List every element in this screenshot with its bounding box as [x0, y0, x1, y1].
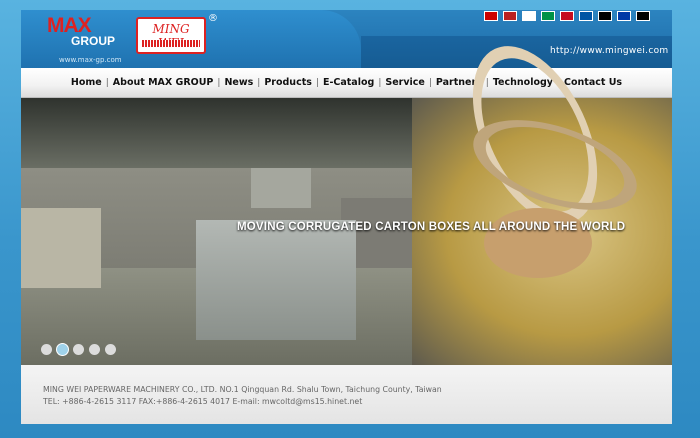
- machine-center: [196, 220, 356, 340]
- max-group-logo[interactable]: MAX GROUP www.max-gp.com: [45, 14, 127, 64]
- nav-link-news[interactable]: News: [220, 77, 257, 88]
- usa-flag[interactable]: [503, 11, 517, 21]
- spain-flag[interactable]: [560, 11, 574, 21]
- logo-group-text: GROUP: [71, 34, 116, 48]
- logo-url-text: www.max-gp.com: [59, 56, 122, 64]
- italy-flag[interactable]: [541, 11, 555, 21]
- nav-link-contact-us[interactable]: Contact Us: [560, 77, 626, 88]
- slider-dot-5[interactable]: [105, 344, 116, 355]
- language-flags: [484, 11, 650, 21]
- slider-dot-1[interactable]: [41, 344, 52, 355]
- registered-mark: ®: [208, 13, 218, 24]
- ming-wei-logo[interactable]: MING WEI: [136, 17, 206, 54]
- slider-dot-2[interactable]: [57, 344, 68, 355]
- footer-contact: TEL: +886-4-2615 3117 FAX:+886-4-2615 40…: [43, 397, 363, 406]
- machine-left: [21, 208, 101, 288]
- russia-flag[interactable]: [617, 11, 631, 21]
- nav-link-service[interactable]: Service: [381, 77, 429, 88]
- slider-dot-4[interactable]: [89, 344, 100, 355]
- logo-wave-icon: [142, 40, 200, 47]
- corrugated-disk: [484, 208, 592, 278]
- main-navigation: Home | About MAX GROUP | News | Products | E-Cat…: [21, 68, 672, 98]
- nav-link-products[interactable]: Products: [260, 77, 316, 88]
- japan-flag[interactable]: [522, 11, 536, 21]
- slider-dot-3[interactable]: [73, 344, 84, 355]
- nav-link-e-catalog[interactable]: E-Catalog: [319, 77, 378, 88]
- machine-back: [251, 168, 311, 208]
- nav-link-home[interactable]: Home: [67, 77, 106, 88]
- nav-link-about-max-group[interactable]: About MAX GROUP: [109, 77, 218, 88]
- slider-dots: [41, 344, 116, 355]
- france-flag[interactable]: [579, 11, 593, 21]
- taiwan-flag[interactable]: [484, 11, 498, 21]
- site-url: http://www.mingwei.com: [550, 46, 669, 56]
- footer-address: MING WEI PAPERWARE MACHINERY CO., LTD. N…: [43, 385, 442, 394]
- footer: [21, 365, 672, 424]
- germany-flag[interactable]: [598, 11, 612, 21]
- afghanistan-flag[interactable]: [636, 11, 650, 21]
- banner-tagline: MOVING CORRUGATED CARTON BOXES ALL AROUN…: [237, 221, 626, 233]
